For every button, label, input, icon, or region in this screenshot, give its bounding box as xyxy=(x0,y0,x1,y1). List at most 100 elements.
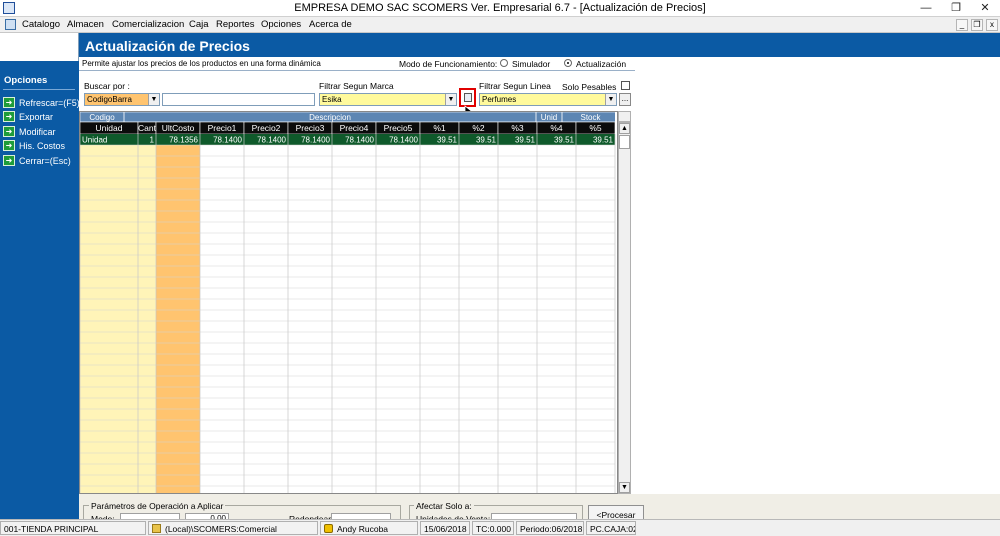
arrow-right-icon: ➜ xyxy=(3,97,15,108)
grid-cell: 39.51 xyxy=(593,136,614,145)
mode-label: Modo de Funcionamiento: xyxy=(399,59,498,69)
buscar-por-value: CodigoBarra xyxy=(87,95,132,104)
scroll-up-icon[interactable]: ▲ xyxy=(619,123,630,134)
grid-column-bg xyxy=(537,134,576,493)
grid-column-bg xyxy=(80,134,138,493)
grid-column-bg xyxy=(376,134,420,493)
grid-top-header-stock: Stock xyxy=(580,113,601,122)
grid-column-bg xyxy=(156,134,200,493)
menu-opciones[interactable]: Opciones xyxy=(261,19,301,30)
buscar-por-select[interactable]: CodigoBarra ▼ xyxy=(84,93,160,106)
sidebar-item-label: Cerrar=(Esc) xyxy=(19,156,71,166)
close-button[interactable]: ✕ xyxy=(970,0,1000,16)
grid-header-unidad: Unidad xyxy=(96,123,123,133)
grid-cell: 78.1400 xyxy=(345,136,374,145)
mdi-close-button[interactable]: x xyxy=(986,19,998,31)
grid-header-pct2: %2 xyxy=(472,123,485,133)
arrow-right-icon: ➜ xyxy=(3,140,15,151)
buscar-input[interactable] xyxy=(162,93,315,106)
grid-header-pct4: %4 xyxy=(550,123,563,133)
grid-cell: 1 xyxy=(150,136,155,145)
grid-top-header-descripcion: Descripcion xyxy=(309,113,351,122)
status-periodo: Periodo:06/2018 xyxy=(516,521,584,535)
afectar-title: Afectar Solo a: xyxy=(414,501,474,511)
grid-header-pct5: %5 xyxy=(589,123,602,133)
grid-canvas: Codigo Descripcion Unid Stock Unidad Cant UltC… xyxy=(80,112,617,493)
sidebar-divider xyxy=(3,89,75,90)
database-icon xyxy=(152,524,161,533)
sidebar-header-box xyxy=(0,33,79,61)
grid-header-pct3: %3 xyxy=(511,123,524,133)
solo-pesables-checkbox[interactable] xyxy=(621,81,630,90)
sidebar-item-label: His. Costos xyxy=(19,141,66,151)
radio-actualizacion[interactable] xyxy=(564,59,572,67)
page-title: Actualización de Precios xyxy=(79,33,1000,57)
menu-comercializacion[interactable]: Comercializacion xyxy=(112,19,184,30)
grid-cell: 39.51 xyxy=(437,136,458,145)
arrow-right-icon: ➜ xyxy=(3,111,15,122)
window-title: EMPRESA DEMO SAC SCOMERS Ver. Empresaria… xyxy=(294,2,706,14)
status-tienda: 001-TIENDA PRINCIPAL xyxy=(0,521,146,535)
grid-header-precio1: Precio1 xyxy=(208,123,237,133)
status-pc-caja: PC.CAJA:02 xyxy=(586,521,636,535)
grid-cell: 78.1400 xyxy=(257,136,286,145)
menu-reportes[interactable]: Reportes xyxy=(216,19,255,30)
grid-cell: 78.1356 xyxy=(169,136,198,145)
mdi-minimize-button[interactable]: _ xyxy=(956,19,968,31)
menu-caja[interactable]: Caja xyxy=(189,19,209,30)
page-description: Permite ajustar los precios de los produ… xyxy=(82,59,321,68)
menu-catalogo[interactable]: Catalogo xyxy=(22,19,60,30)
status-tc: TC:0.000 xyxy=(472,521,514,535)
grid-header-ultcosto: UltCosto xyxy=(162,123,195,133)
bottom-panel: Parámetros de Operación a Aplicar Modo: … xyxy=(79,494,1000,525)
grid-cell: 39.51 xyxy=(515,136,536,145)
sidebar-heading: Opciones xyxy=(4,75,48,86)
grid-column-bg xyxy=(498,134,537,493)
marca-select[interactable]: Esika ▼ xyxy=(319,93,457,106)
grid-top-header-codigo: Codigo xyxy=(89,113,115,122)
sidebar-item-label: Modificar xyxy=(19,127,56,137)
grid-top-header-unid: Unid xyxy=(541,113,557,122)
grid-cell: Unidad xyxy=(82,136,107,145)
grid-vertical-scrollbar[interactable]: ▲ ▼ xyxy=(618,122,631,494)
marca-value: Esika xyxy=(322,95,342,104)
menu-almacen[interactable]: Almacen xyxy=(67,19,104,30)
grid-header-cant: Cant xyxy=(138,123,157,133)
price-grid[interactable]: Codigo Descripcion Unid Stock Unidad Cant UltC… xyxy=(79,111,618,494)
grid-column-bg xyxy=(420,134,459,493)
chevron-down-icon[interactable]: ▼ xyxy=(148,94,159,105)
grid-column-bg xyxy=(138,134,156,493)
scroll-down-icon[interactable]: ▼ xyxy=(619,482,630,493)
menu-acerca-de[interactable]: Acerca de xyxy=(309,19,352,30)
title-bar: EMPRESA DEMO SAC SCOMERS Ver. Empresaria… xyxy=(0,0,1000,17)
status-bar: 001-TIENDA PRINCIPAL (Local)\SCOMERS:Com… xyxy=(0,519,1000,536)
chevron-down-icon[interactable]: ▼ xyxy=(445,94,456,105)
grid-cell: 78.1400 xyxy=(301,136,330,145)
chevron-down-icon[interactable]: ▼ xyxy=(605,94,616,105)
grid-column-bg xyxy=(459,134,498,493)
restore-button[interactable]: ❐ xyxy=(941,0,971,16)
grid-header-precio2: Precio2 xyxy=(252,123,281,133)
mdi-restore-button[interactable]: ❐ xyxy=(971,19,983,31)
arrow-right-icon: ➜ xyxy=(3,155,15,166)
linea-select[interactable]: Perfumes ▼ xyxy=(479,93,617,106)
solo-pesables-label: Solo Pesables xyxy=(562,82,617,92)
scroll-thumb[interactable] xyxy=(619,135,630,149)
sidebar-item-label: Exportar xyxy=(19,112,54,122)
grid-column-bg xyxy=(288,134,332,493)
radio-simulador[interactable] xyxy=(500,59,508,67)
marca-label: Filtrar Segun Marca xyxy=(319,81,394,91)
minimize-button[interactable]: — xyxy=(911,0,941,16)
document-icon[interactable] xyxy=(5,19,16,30)
grid-column-bg xyxy=(332,134,376,493)
grid-cell: 78.1400 xyxy=(213,136,242,145)
radio-simulador-label: Simulador xyxy=(512,59,551,69)
grid-corner xyxy=(618,111,631,122)
user-icon xyxy=(324,524,333,533)
linea-ellipsis-button[interactable]: ... xyxy=(619,93,631,106)
sidebar-item-label: Refrescar=(F5) xyxy=(19,98,80,108)
status-server-text: (Local)\SCOMERS:Comercial xyxy=(165,524,277,534)
sidebar: Opciones ➜ Refrescar=(F5) ➜ Exportar ➜ M… xyxy=(0,33,80,519)
linea-value: Perfumes xyxy=(482,95,517,104)
grid-cell: 39.51 xyxy=(554,136,575,145)
